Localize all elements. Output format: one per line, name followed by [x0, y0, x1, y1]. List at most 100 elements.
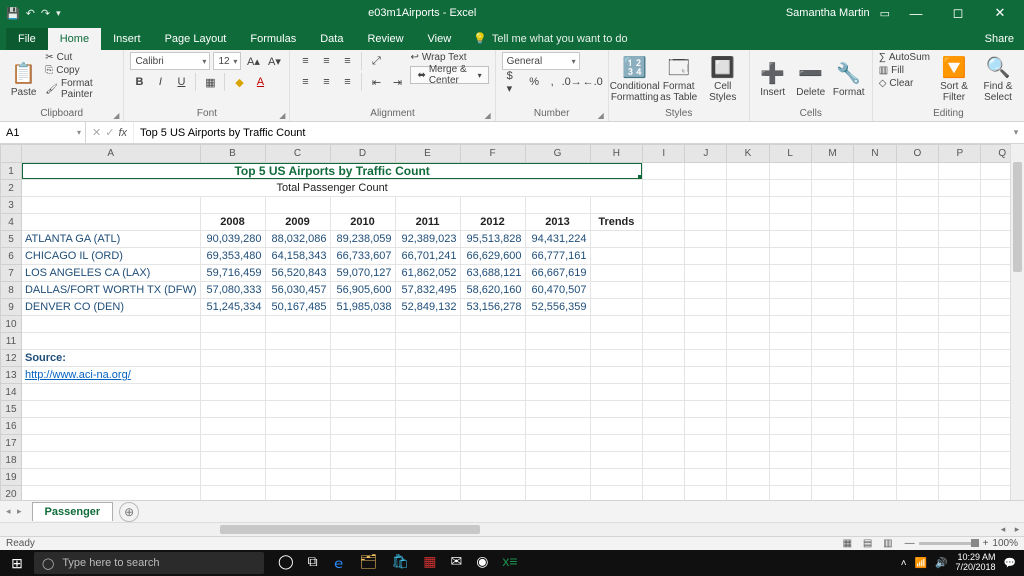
cell[interactable]: [590, 469, 643, 486]
cell[interactable]: [200, 197, 265, 214]
cell[interactable]: [769, 418, 811, 435]
cell[interactable]: [727, 435, 769, 452]
cell[interactable]: [685, 180, 727, 197]
cell[interactable]: [200, 333, 265, 350]
explorer-icon[interactable]: 🗂: [360, 553, 378, 573]
cell[interactable]: [200, 316, 265, 333]
cell[interactable]: [685, 401, 727, 418]
cell[interactable]: [643, 367, 685, 384]
cell[interactable]: [811, 418, 854, 435]
format-cells-button[interactable]: 🔧Format: [832, 52, 866, 108]
cell[interactable]: [200, 367, 265, 384]
tray-up-icon[interactable]: ˄: [901, 558, 907, 569]
row-header-6[interactable]: 6: [1, 248, 22, 265]
cell[interactable]: [685, 350, 727, 367]
font-name-select[interactable]: Calibri: [130, 52, 210, 70]
cell[interactable]: [939, 401, 981, 418]
cell[interactable]: [769, 384, 811, 401]
cell-airport[interactable]: DENVER CO (DEN): [21, 299, 200, 316]
cell[interactable]: [854, 316, 896, 333]
cell[interactable]: [896, 435, 939, 452]
cell[interactable]: [896, 316, 939, 333]
cell[interactable]: [525, 469, 590, 486]
cell[interactable]: [811, 248, 854, 265]
cell-value[interactable]: 60,470,507: [525, 282, 590, 299]
cell[interactable]: [854, 384, 896, 401]
cell[interactable]: [265, 384, 330, 401]
cell[interactable]: [21, 401, 200, 418]
cell-year[interactable]: 2008: [200, 214, 265, 231]
cell[interactable]: [525, 197, 590, 214]
cell[interactable]: [939, 469, 981, 486]
cell[interactable]: [769, 350, 811, 367]
alignment-dialog-icon[interactable]: ◢: [484, 111, 490, 120]
cell[interactable]: [330, 435, 395, 452]
wifi-icon[interactable]: 📶: [915, 558, 927, 569]
cell[interactable]: [896, 197, 939, 214]
cell[interactable]: [685, 231, 727, 248]
row-header-17[interactable]: 17: [1, 435, 22, 452]
tab-formulas[interactable]: Formulas: [238, 28, 308, 50]
cell[interactable]: [727, 333, 769, 350]
increase-font-icon[interactable]: A▴: [244, 52, 262, 70]
find-select-button[interactable]: 🔍Find & Select: [978, 52, 1018, 108]
percent-format-icon[interactable]: %: [527, 73, 542, 91]
font-color-button[interactable]: A: [251, 73, 269, 91]
minimize-button[interactable]: —: [900, 6, 932, 21]
cell[interactable]: [200, 452, 265, 469]
cell[interactable]: [685, 452, 727, 469]
col-header-I[interactable]: I: [643, 145, 685, 163]
cell[interactable]: [854, 333, 896, 350]
cell[interactable]: [685, 214, 727, 231]
cell[interactable]: [265, 418, 330, 435]
cell[interactable]: [811, 197, 854, 214]
mail-icon[interactable]: ✉: [450, 553, 462, 573]
cell-value[interactable]: 95,513,828: [460, 231, 525, 248]
col-header-P[interactable]: P: [939, 145, 981, 163]
cell[interactable]: [265, 469, 330, 486]
orientation-icon[interactable]: ⤢: [367, 52, 385, 70]
col-header-C[interactable]: C: [265, 145, 330, 163]
col-header-K[interactable]: K: [727, 145, 769, 163]
taskbar-search[interactable]: ◯ Type here to search: [34, 552, 264, 574]
cell[interactable]: [590, 435, 643, 452]
cell[interactable]: [590, 299, 643, 316]
cell-value[interactable]: 66,667,619: [525, 265, 590, 282]
cell[interactable]: [939, 350, 981, 367]
align-left-icon[interactable]: ≡: [296, 73, 314, 91]
underline-button[interactable]: U: [172, 73, 190, 91]
cell[interactable]: [265, 197, 330, 214]
cell-value[interactable]: 58,620,160: [460, 282, 525, 299]
tab-insert[interactable]: Insert: [101, 28, 153, 50]
cell[interactable]: [854, 163, 896, 180]
tab-view[interactable]: View: [416, 28, 464, 50]
cell[interactable]: [896, 299, 939, 316]
cell[interactable]: [330, 469, 395, 486]
cell-value[interactable]: 52,556,359: [525, 299, 590, 316]
cell[interactable]: [395, 197, 460, 214]
col-header-F[interactable]: F: [460, 145, 525, 163]
cell[interactable]: [727, 350, 769, 367]
cell[interactable]: [939, 265, 981, 282]
cell[interactable]: [896, 265, 939, 282]
cell[interactable]: [395, 401, 460, 418]
delete-cells-button[interactable]: ➖Delete: [794, 52, 828, 108]
cell[interactable]: [330, 197, 395, 214]
conditional-formatting-button[interactable]: 🔢Conditional Formatting: [615, 52, 655, 108]
cell[interactable]: [265, 350, 330, 367]
cell[interactable]: [200, 401, 265, 418]
cell[interactable]: [685, 265, 727, 282]
row-header-10[interactable]: 10: [1, 316, 22, 333]
cell[interactable]: [525, 316, 590, 333]
zoom-in-icon[interactable]: +: [983, 538, 989, 549]
cell[interactable]: [854, 435, 896, 452]
cell[interactable]: [395, 469, 460, 486]
cell-value[interactable]: 69,353,480: [200, 248, 265, 265]
cell-year[interactable]: 2012: [460, 214, 525, 231]
cell[interactable]: [854, 367, 896, 384]
cell[interactable]: [811, 435, 854, 452]
border-button[interactable]: ▦: [201, 73, 219, 91]
cell[interactable]: [460, 333, 525, 350]
comma-format-icon[interactable]: ,: [545, 73, 560, 91]
cell[interactable]: [727, 231, 769, 248]
